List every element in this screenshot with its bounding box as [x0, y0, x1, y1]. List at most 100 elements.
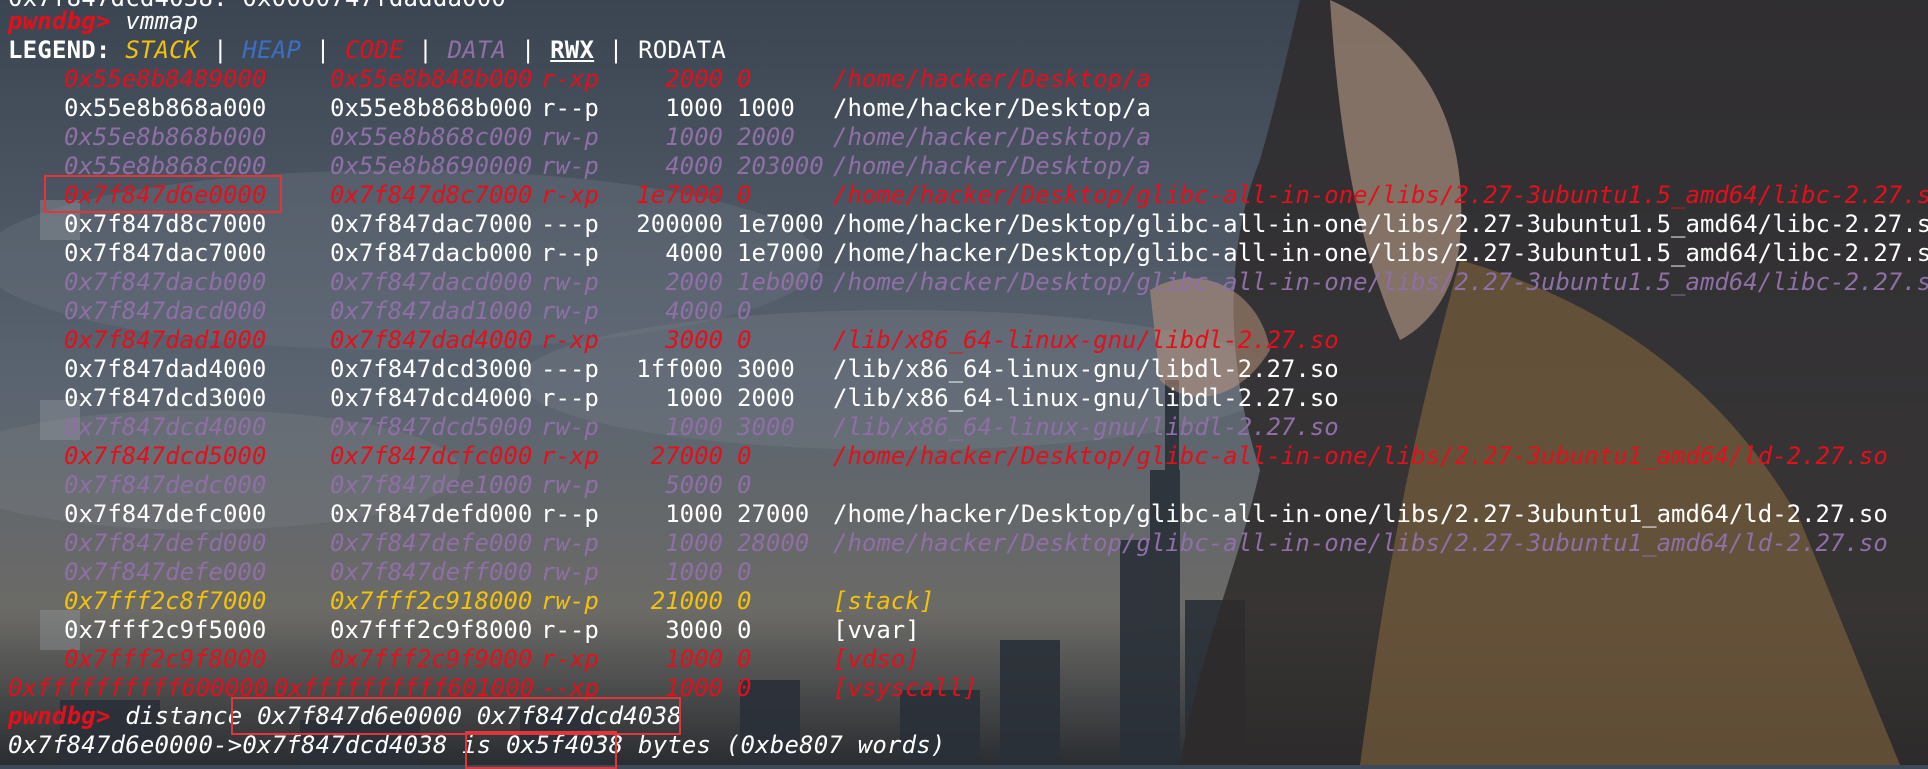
- legend-stack: STACK: [125, 36, 199, 64]
- map-end: 0x7f847deff000: [330, 558, 533, 586]
- map-start: 0x55e8b868a000: [64, 94, 267, 122]
- map-path: /home/hacker/Desktop/glibc-all-in-one/li…: [833, 529, 1888, 557]
- map-end: 0x7f847dcd4000: [330, 384, 533, 412]
- map-path: /home/hacker/Desktop/a: [833, 65, 1151, 93]
- result-prefix: 0x7f847d6e0000->0x7f847dcd4038 is: [8, 731, 492, 759]
- legend-line: LEGEND: STACK | HEAP | CODE | DATA | RWX…: [8, 36, 726, 65]
- map-size: 3000: [665, 616, 723, 644]
- legend-sep: |: [608, 36, 624, 64]
- map-start: 0x7f847defd000: [64, 529, 267, 557]
- map-end: 0x7f847dad4000: [330, 326, 533, 354]
- map-path: /home/hacker/Desktop/glibc-all-in-one/li…: [833, 268, 1928, 296]
- map-offset: 0: [737, 326, 752, 354]
- map-start: 0x7fff2c9f8000: [64, 645, 267, 673]
- map-perm: ---p: [541, 355, 599, 383]
- vmmap-row: 0x55e8b868a000 0x55e8b868b000 r--p 1000 1000…: [0, 94, 1928, 123]
- map-offset: 0: [737, 587, 752, 615]
- map-perm: rw-p: [541, 152, 599, 180]
- map-start: 0x7f847dcd5000: [64, 442, 267, 470]
- vmmap-row: 0x7f847dcd4000 0x7f847dcd5000 rw-p 1000 3000…: [0, 413, 1928, 442]
- map-size: 1000: [665, 558, 723, 586]
- map-perm: r-xp: [541, 442, 599, 470]
- map-perm: r--p: [541, 500, 599, 528]
- map-path: /home/hacker/Desktop/glibc-all-in-one/li…: [833, 239, 1928, 267]
- vmmap-row: 0x7f847dacb000 0x7f847dacd000 rw-p 2000 1eb0…: [0, 268, 1928, 297]
- map-start: 0x7f847dacb000: [64, 268, 267, 296]
- map-perm: rw-p: [541, 268, 599, 296]
- map-size: 4000: [665, 239, 723, 267]
- map-perm: rw-p: [541, 297, 599, 325]
- vmmap-row: 0x7f847dedc000 0x7f847dee1000 rw-p 5000 0: [0, 471, 1928, 500]
- map-start: 0x7f847dad1000: [64, 326, 267, 354]
- map-offset: 27000: [737, 500, 810, 528]
- result-suffix: bytes (0xbe807 words): [637, 731, 946, 759]
- map-start: 0x7f847dedc000: [64, 471, 267, 499]
- map-offset: 1eb000: [737, 268, 824, 296]
- map-perm: rw-p: [541, 587, 599, 615]
- vmmap-row: 0x7f847defc000 0x7f847defd000 r--p 1000 2700…: [0, 500, 1928, 529]
- map-size: 1000: [665, 529, 723, 557]
- map-offset: 28000: [737, 529, 810, 557]
- map-start: 0xffffffffff600000: [8, 674, 269, 702]
- vmmap-row: 0x7f847dac7000 0x7f847dacb000 r--p 4000 1e70…: [0, 239, 1928, 268]
- map-offset: 1e7000: [737, 239, 824, 267]
- map-perm: rw-p: [541, 529, 599, 557]
- vmmap-row: 0x55e8b868b000 0x55e8b868c000 rw-p 1000 2000…: [0, 123, 1928, 152]
- legend-sep: |: [315, 36, 331, 64]
- map-end: 0x7f847dacd000: [330, 268, 533, 296]
- map-offset: 3000: [737, 355, 795, 383]
- vmmap-row: 0x55e8b8489000 0x55e8b848b000 r-xp 2000 0/ho…: [0, 65, 1928, 94]
- map-path: /home/hacker/Desktop/glibc-all-in-one/li…: [833, 500, 1888, 528]
- map-start: 0x7fff2c8f7000: [64, 587, 267, 615]
- map-path: /home/hacker/Desktop/a: [833, 152, 1151, 180]
- map-start: 0x7f847dcd4000: [64, 413, 267, 441]
- vmmap-command: vmmap: [125, 7, 199, 35]
- legend-sep: |: [213, 36, 228, 64]
- map-size: 200000: [636, 210, 723, 238]
- vmmap-row: 0x7f847d6e0000 0x7f847d8c7000 r-xp 1e7000 0/…: [0, 181, 1928, 210]
- map-perm: r-xp: [541, 65, 599, 93]
- map-start: 0x7f847dacd000: [64, 297, 267, 325]
- distance-command: distance: [125, 702, 243, 730]
- map-start: 0x7f847d8c7000: [64, 210, 267, 238]
- legend-label: LEGEND:: [8, 36, 111, 64]
- map-path: [stack]: [833, 587, 935, 615]
- map-end: 0x7f847dcd5000: [330, 413, 533, 441]
- vmmap-row: 0x7fff2c9f8000 0x7fff2c9f9000 r-xp 1000 0 [vd…: [0, 645, 1928, 674]
- map-perm: rw-p: [541, 558, 599, 586]
- map-end: 0x7f847dcd3000: [330, 355, 533, 383]
- map-end: 0x7fff2c9f8000: [330, 616, 533, 644]
- map-size: 1e7000: [636, 181, 723, 209]
- map-size: 3000: [665, 326, 723, 354]
- map-size: 1000: [665, 384, 723, 412]
- highlight-offset-box: [465, 731, 617, 769]
- map-offset: 0: [737, 297, 752, 325]
- map-end: 0x55e8b848b000: [330, 65, 533, 93]
- map-path: /home/hacker/Desktop/a: [833, 94, 1151, 122]
- map-size: 27000: [650, 442, 723, 470]
- map-path: [vdso]: [833, 645, 920, 673]
- map-size: 1000: [665, 94, 723, 122]
- map-end: 0x55e8b868c000: [330, 123, 533, 151]
- map-end: 0x55e8b8690000: [330, 152, 533, 180]
- map-path: /lib/x86_64-linux-gnu/libdl-2.27.so: [833, 326, 1339, 354]
- vmmap-row: 0x7fff2c9f5000 0x7fff2c9f8000 r--p 3000 0 [vv…: [0, 616, 1928, 645]
- map-size: 1000: [665, 645, 723, 673]
- map-offset: 1000: [737, 94, 795, 122]
- map-start: 0x55e8b868b000: [64, 123, 267, 151]
- map-offset: 0: [737, 558, 752, 586]
- map-size: 1000: [665, 123, 723, 151]
- vmmap-row: 0x7f847dad1000 0x7f847dad4000 r-xp 3000 0/li…: [0, 326, 1928, 355]
- terminal[interactable]: 0x7f847dcd4038: 0x0000747fdadda000 pwndb…: [0, 0, 1928, 769]
- map-end: 0x7f847dacb000: [330, 239, 533, 267]
- map-offset: 0: [737, 65, 752, 93]
- map-perm: r--p: [541, 94, 599, 122]
- map-offset: 0: [737, 442, 752, 470]
- map-offset: 2000: [737, 384, 795, 412]
- map-path: /lib/x86_64-linux-gnu/libdl-2.27.so: [833, 413, 1339, 441]
- map-size: 1000: [665, 413, 723, 441]
- map-path: [vsyscall]: [833, 674, 978, 702]
- vmmap-row: 0x7fff2c8f7000 0x7fff2c918000 rw-p 21000 0 [s…: [0, 587, 1928, 616]
- legend-rodata: RODATA: [638, 36, 726, 64]
- map-start: 0x7f847dcd3000: [64, 384, 267, 412]
